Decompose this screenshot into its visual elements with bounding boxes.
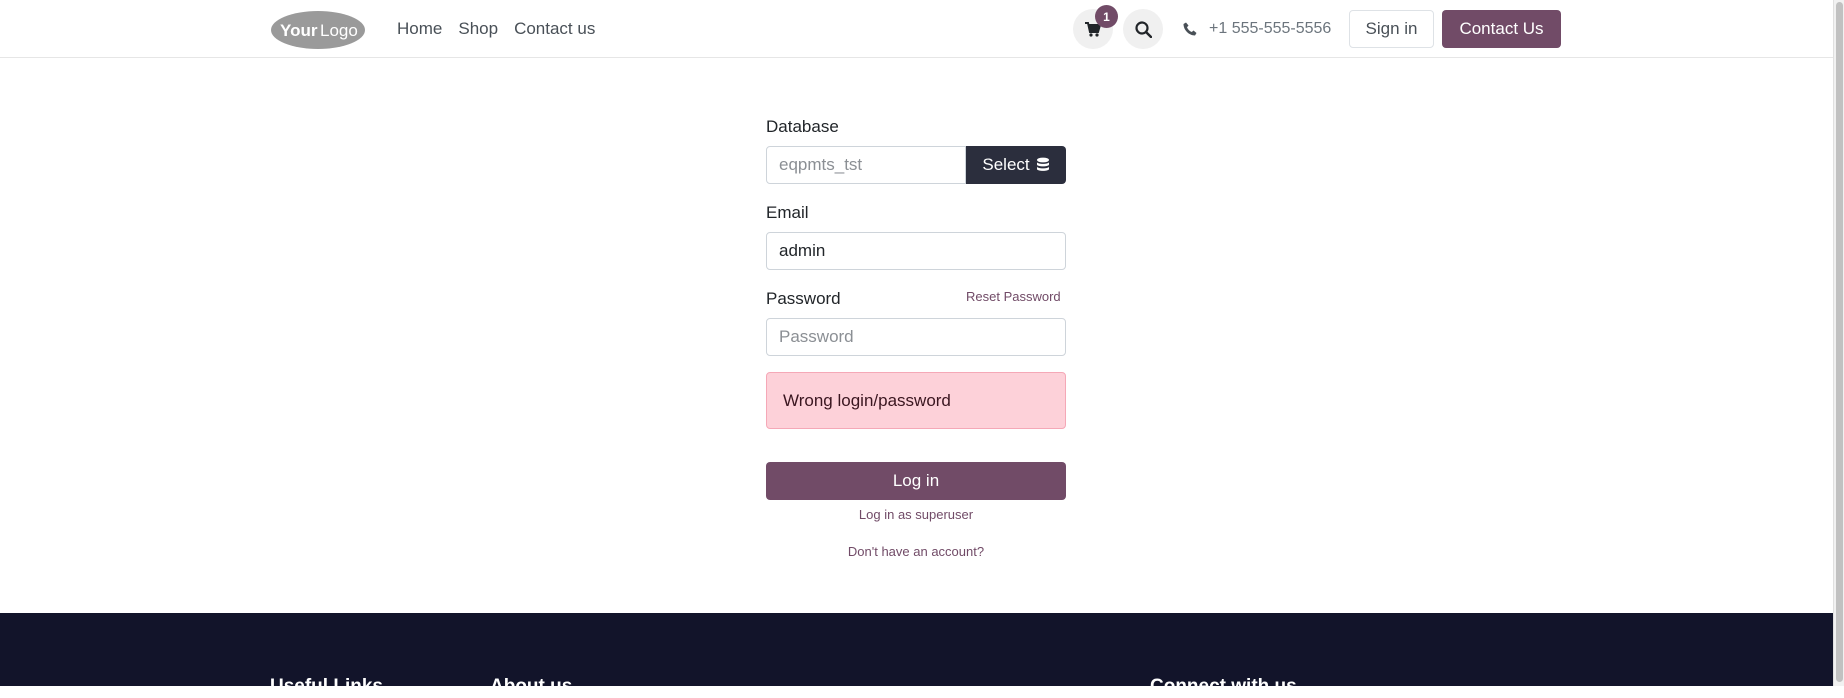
- email-field[interactable]: [766, 232, 1066, 270]
- error-alert: Wrong login/password: [766, 372, 1066, 429]
- database-label: Database: [766, 117, 839, 136]
- cart-count-badge: 1: [1095, 5, 1118, 28]
- footer-heading-connect: Connect with us: [1150, 676, 1297, 697]
- footer-heading-useful-links: Useful Links: [270, 676, 383, 697]
- log-in-button[interactable]: Log in: [766, 462, 1066, 500]
- nav-contact-us[interactable]: Contact us: [514, 19, 595, 39]
- nav-home[interactable]: Home: [397, 19, 442, 39]
- database-icon: [1036, 157, 1049, 171]
- reset-password-link[interactable]: Reset Password: [966, 289, 1061, 304]
- contact-us-button[interactable]: Contact Us: [1442, 10, 1561, 48]
- scrollbar-thumb[interactable]: [1836, 2, 1843, 682]
- password-field[interactable]: [766, 318, 1066, 356]
- signup-link[interactable]: Don't have an account?: [766, 544, 1066, 559]
- footer-heading-about-us: About us: [490, 676, 573, 697]
- main-nav: Home Shop Contact us: [397, 19, 595, 39]
- nav-shop[interactable]: Shop: [458, 19, 498, 39]
- select-database-button[interactable]: Select: [966, 146, 1066, 184]
- phone-icon: [1183, 22, 1197, 36]
- logo-text-light: Logo: [320, 21, 358, 40]
- page-scrollbar[interactable]: [1833, 0, 1844, 686]
- company-logo[interactable]: Your Logo: [270, 10, 366, 50]
- select-button-label: Select: [982, 155, 1030, 174]
- error-message: Wrong login/password: [783, 390, 951, 410]
- database-field[interactable]: [766, 146, 966, 184]
- logo-text-bold: Your: [280, 21, 318, 40]
- site-header: Your Logo Home Shop Contact us 1 +1 555-…: [0, 0, 1833, 58]
- phone-number: +1 555-555-5556: [1209, 20, 1332, 37]
- phone-contact[interactable]: +1 555-555-5556: [1183, 20, 1331, 38]
- search-button[interactable]: [1123, 9, 1163, 49]
- email-label: Email: [766, 203, 809, 222]
- superuser-login-link[interactable]: Log in as superuser: [766, 507, 1066, 522]
- sign-in-button[interactable]: Sign in: [1349, 10, 1434, 48]
- password-label: Password: [766, 289, 841, 308]
- search-icon: [1134, 20, 1152, 38]
